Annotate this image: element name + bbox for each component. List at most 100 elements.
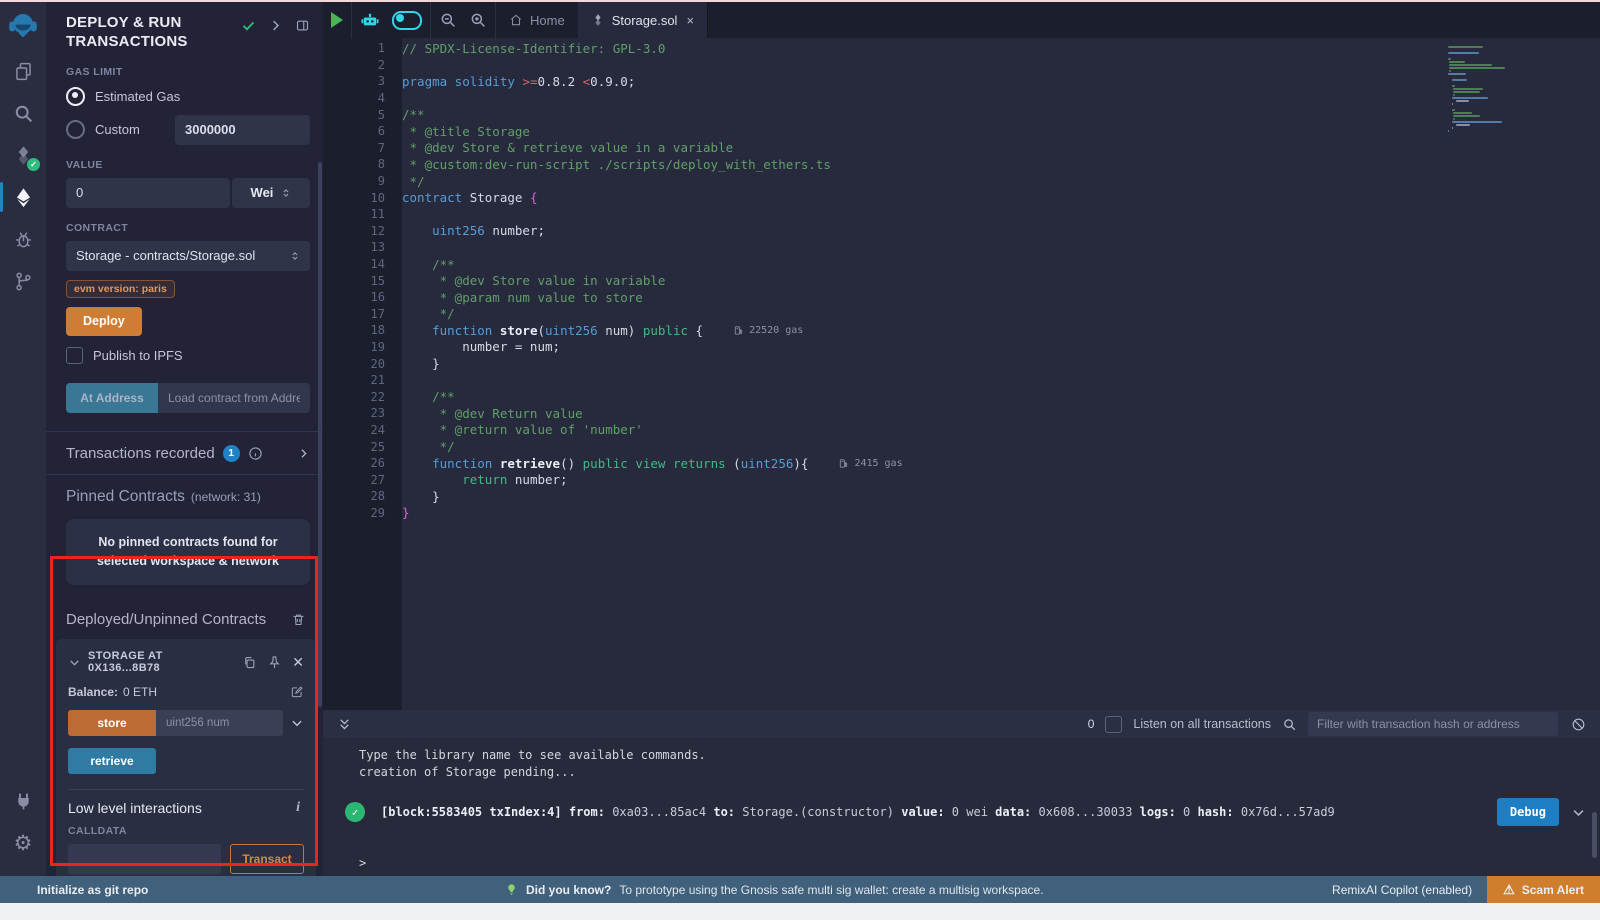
git-init-button[interactable]: Initialize as git repo (0, 883, 148, 897)
custom-gas-input[interactable] (175, 115, 310, 145)
run-script-icon[interactable] (331, 12, 343, 28)
store-function-button[interactable]: store (68, 710, 156, 736)
code-line[interactable]: 3pragma solidity >=0.8.2 <0.9.0; (323, 73, 1600, 90)
code-line[interactable]: 12 uint256 number; (323, 223, 1600, 240)
activity-git[interactable] (0, 260, 46, 302)
copy-icon[interactable] (242, 655, 257, 670)
tab-home[interactable]: Home (496, 2, 578, 38)
info-icon[interactable]: i (296, 800, 300, 816)
value-input[interactable] (66, 178, 230, 208)
instance-title[interactable]: STORAGE AT 0X136...8B78 (88, 650, 235, 674)
code-line[interactable]: 4 (323, 90, 1600, 107)
publish-ipfs-option[interactable]: Publish to IPFS (66, 347, 310, 364)
custom-gas-option[interactable]: Custom (66, 115, 310, 145)
activity-debugger[interactable] (0, 218, 46, 260)
activity-solidity-compiler[interactable]: ✓ (0, 134, 46, 176)
code-text: * @dev Store & retrieve value in a varia… (402, 140, 733, 155)
code-line[interactable]: 14 /** (323, 256, 1600, 273)
active-plugin-indicator (0, 182, 3, 212)
remixai-robot-icon[interactable] (360, 10, 380, 30)
publish-ipfs-checkbox[interactable] (66, 347, 83, 364)
solidity-file-icon (591, 13, 605, 27)
transaction-log-row[interactable]: ✓ [block:5583405 txIndex:4] from: 0xa03.… (345, 798, 1586, 826)
code-line[interactable]: 8 * @custom:dev-run-script ./scripts/dep… (323, 156, 1600, 173)
code-line[interactable]: 29} (323, 505, 1600, 522)
code-line[interactable]: 7 * @dev Store & retrieve value in a var… (323, 140, 1600, 157)
estimated-gas-radio[interactable] (66, 87, 85, 106)
value-unit-select[interactable]: Wei (232, 178, 310, 208)
chevron-right-icon[interactable] (297, 447, 310, 460)
activity-file-explorer[interactable] (0, 50, 46, 92)
activity-plugin-manager[interactable] (0, 780, 46, 822)
terminal-scrollbar[interactable] (1592, 812, 1597, 858)
tab-storage-sol[interactable]: Storage.sol × (578, 2, 708, 38)
chevron-down-icon[interactable] (290, 716, 304, 730)
copilot-status[interactable]: RemixAI Copilot (enabled) (1332, 883, 1472, 897)
code-line[interactable]: 17 */ (323, 306, 1600, 323)
retrieve-function-button[interactable]: retrieve (68, 748, 156, 774)
trash-icon[interactable] (291, 612, 306, 627)
code-line[interactable]: 11 (323, 206, 1600, 223)
estimated-gas-option[interactable]: Estimated Gas (66, 87, 310, 106)
custom-gas-radio[interactable] (66, 120, 85, 139)
code-line[interactable]: 13 (323, 239, 1600, 256)
deploy-button[interactable]: Deploy (66, 307, 142, 336)
pin-icon[interactable] (267, 655, 282, 670)
code-line[interactable]: 6 * @title Storage (323, 123, 1600, 140)
info-icon[interactable] (248, 446, 263, 461)
code-line[interactable]: 28 } (323, 488, 1600, 505)
activity-search[interactable] (0, 92, 46, 134)
chevron-right-icon[interactable] (268, 18, 283, 33)
editor-minimap[interactable] (1448, 46, 1600, 133)
pin-panel-icon[interactable] (295, 18, 310, 33)
panel-scrollbar[interactable] (318, 162, 322, 707)
code-line[interactable]: 24 * @return value of 'number' (323, 422, 1600, 439)
remix-logo-icon[interactable] (0, 2, 46, 50)
minimap-line (1448, 46, 1483, 48)
code-line[interactable]: 27 return number; (323, 471, 1600, 488)
expand-terminal-icon[interactable] (337, 717, 352, 732)
at-address-button[interactable]: At Address (66, 383, 158, 413)
code-line[interactable]: 19 number = num; (323, 339, 1600, 356)
code-line[interactable]: 5/** (323, 106, 1600, 123)
scam-alert-button[interactable]: ⚠ Scam Alert (1487, 876, 1600, 903)
activity-deploy-run[interactable] (0, 176, 46, 218)
code-line[interactable]: 23 * @dev Return value (323, 405, 1600, 422)
code-line[interactable]: 2 (323, 57, 1600, 74)
zoom-out-icon[interactable] (439, 11, 457, 29)
contract-select[interactable]: Storage - contracts/Storage.sol (66, 241, 310, 271)
code-line[interactable]: 21 (323, 372, 1600, 389)
code-line[interactable]: 20 } (323, 355, 1600, 372)
calldata-input[interactable] (68, 844, 221, 874)
code-line[interactable]: 16 * @param num value to store (323, 289, 1600, 306)
code-line[interactable]: 22 /** (323, 388, 1600, 405)
debug-button[interactable]: Debug (1497, 798, 1559, 826)
activity-settings[interactable]: ⚙ (0, 822, 46, 864)
chevron-down-icon[interactable] (1571, 805, 1586, 820)
listen-all-checkbox[interactable] (1105, 716, 1122, 733)
code-text: * @dev Store value in variable (402, 273, 665, 288)
close-tab-icon[interactable]: × (686, 13, 694, 28)
code-line[interactable]: 25 */ (323, 438, 1600, 455)
clear-filter-icon[interactable] (1571, 717, 1586, 732)
edit-icon[interactable] (290, 685, 304, 699)
store-arg-input[interactable] (156, 710, 283, 736)
code-line[interactable]: 1// SPDX-License-Identifier: GPL-3.0 (323, 40, 1600, 57)
record-toggle-icon[interactable] (392, 11, 422, 30)
minimap-line (1449, 70, 1451, 72)
chevron-down-icon[interactable] (68, 656, 81, 669)
code-line[interactable]: 15 * @dev Store value in variable (323, 272, 1600, 289)
code-line[interactable]: 26 function retrieve() public view retur… (323, 455, 1600, 472)
code-line[interactable]: 9 */ (323, 173, 1600, 190)
transactions-recorded-row[interactable]: Transactions recorded 1 (66, 432, 310, 474)
terminal-filter-input[interactable] (1308, 712, 1558, 736)
terminal-output[interactable]: Type the library name to see available c… (323, 738, 1600, 876)
code-line[interactable]: 18 function store(uint256 num) public {2… (323, 322, 1600, 339)
code-editor[interactable]: 1// SPDX-License-Identifier: GPL-3.023pr… (323, 38, 1600, 710)
code-line[interactable]: 10contract Storage { (323, 189, 1600, 206)
terminal-prompt[interactable]: > (359, 856, 366, 870)
close-instance-icon[interactable]: ✕ (292, 655, 304, 669)
transact-button[interactable]: Transact (230, 844, 304, 874)
zoom-in-icon[interactable] (469, 11, 487, 29)
at-address-input[interactable] (158, 383, 310, 413)
